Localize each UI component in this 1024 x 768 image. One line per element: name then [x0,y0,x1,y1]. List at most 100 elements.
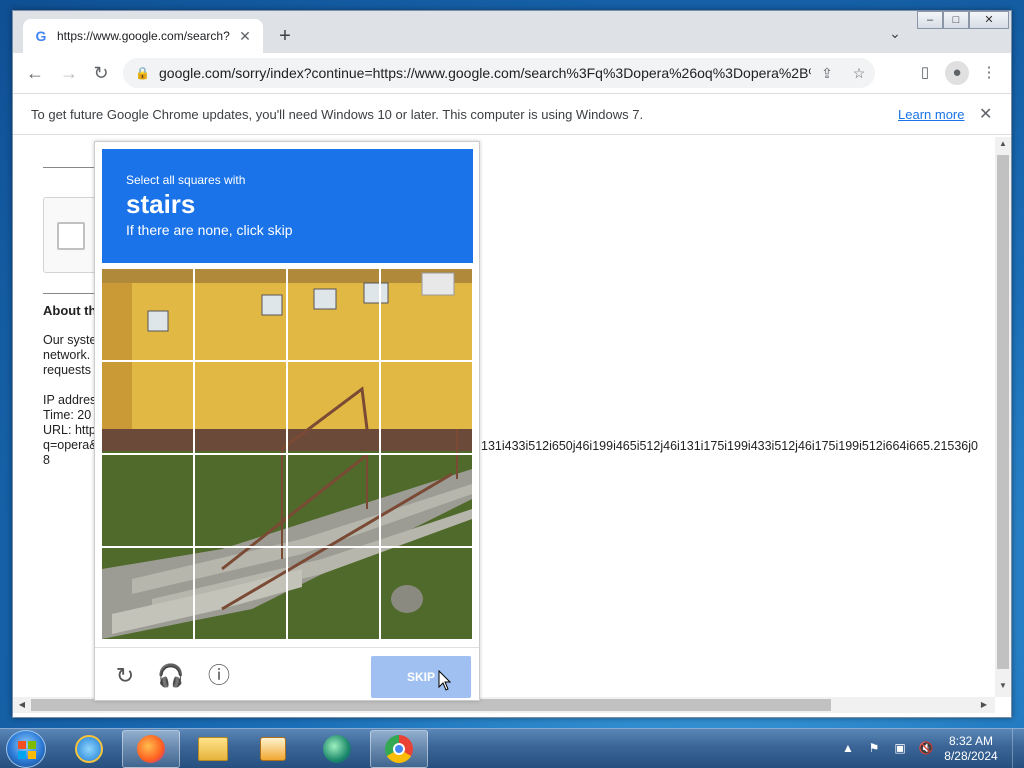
tile-image [381,455,472,546]
skip-hint-text: If there are none, click skip [126,222,293,238]
minimize-button[interactable]: – [917,11,943,29]
maximize-button[interactable]: □ [943,11,969,29]
tile-image [288,362,379,453]
tile-image [195,269,286,360]
tile-image [102,548,193,639]
tile-image [381,362,472,453]
tile-image [195,455,286,546]
tile-image [102,455,193,546]
tile-image [195,548,286,639]
system-tray: ▲ ⚑ ▣ 🔇 [840,729,934,768]
infobar-close-icon[interactable]: ✕ [979,104,992,124]
instruction-text: Select all squares with [126,173,246,187]
update-infobar: To get future Google Chrome updates, you… [13,93,1011,135]
challenge-tile[interactable] [102,548,193,639]
scroll-right-icon[interactable]: ▶ [977,697,991,713]
tab-search-chevron-icon[interactable]: ⌄ [885,25,905,45]
taskbar-firefox[interactable] [122,730,180,768]
challenge-tile[interactable] [195,455,286,546]
clock[interactable]: 8:32 AM 8/28/2024 [936,734,1006,764]
url-continuation-text: 131i433i512i650j46i199i465i512j46i131i17… [481,439,978,453]
new-tab-button[interactable]: + [273,25,297,49]
network-icon[interactable]: ▣ [892,741,908,757]
tile-image [381,269,472,360]
challenge-tile[interactable] [381,548,472,639]
challenge-tile[interactable] [195,548,286,639]
internet-explorer-icon [75,735,103,763]
chrome-icon [385,735,413,763]
browser-toolbar: ← → ↻ 🔒 google.com/sorry/index?continue=… [13,53,1011,93]
tile-image [102,362,193,453]
google-favicon-icon: G [35,28,47,44]
tab-strip: G https://www.google.com/search? ✕ + ⌄ –… [13,11,1011,53]
close-window-button[interactable]: ✕ [969,11,1009,29]
show-desktop-button[interactable] [1012,729,1024,768]
challenge-header: Select all squares with stairs If there … [102,149,473,263]
info-icon[interactable]: ⓘ [205,662,233,690]
tile-image [288,455,379,546]
about-paragraph: Our syste network. requests [43,333,97,377]
volume-muted-icon[interactable]: 🔇 [918,741,934,757]
challenge-tile[interactable] [288,269,379,360]
taskbar-media-player[interactable] [244,730,302,768]
tile-image [381,548,472,639]
scroll-down-icon[interactable]: ▼ [995,681,1011,695]
tile-image [195,362,286,453]
folder-icon [198,737,228,761]
learn-more-link[interactable]: Learn more [898,107,964,122]
challenge-tile[interactable] [195,269,286,360]
show-hidden-icons-icon[interactable]: ▲ [840,741,856,757]
scroll-left-icon[interactable]: ◀ [15,697,29,713]
challenge-footer: ↻ 🎧 ⓘ SKIP [95,647,479,700]
vertical-scroll-thumb[interactable] [997,155,1009,669]
tile-image [288,548,379,639]
reload-challenge-icon[interactable]: ↻ [111,662,139,690]
audio-challenge-headphones-icon[interactable]: 🎧 [157,662,185,690]
taskbar: ▲ ⚑ ▣ 🔇 8:32 AM 8/28/2024 [0,728,1024,768]
recaptcha-checkbox[interactable] [57,222,85,250]
firefox-icon [137,735,165,763]
lock-icon[interactable]: 🔒 [135,66,150,80]
challenge-tile[interactable] [102,455,193,546]
challenge-tile[interactable] [381,455,472,546]
tab-title: https://www.google.com/search? [57,29,230,43]
browser-tab[interactable]: G https://www.google.com/search? ✕ [23,19,263,53]
forward-arrow-icon[interactable]: → [57,61,81,85]
clock-date: 8/28/2024 [944,749,998,763]
mouse-cursor-icon [438,670,452,691]
bookmark-star-icon[interactable]: ☆ [843,65,875,82]
taskbar-internet-explorer[interactable] [60,730,118,768]
target-object-label: stairs [126,189,196,219]
action-center-flag-icon[interactable]: ⚑ [866,741,882,757]
tile-image [288,269,379,360]
challenge-tile[interactable] [195,362,286,453]
taskbar-file-explorer[interactable] [184,730,242,768]
challenge-tile[interactable] [288,455,379,546]
recaptcha-challenge: Select all squares with stairs If there … [94,141,480,701]
challenge-tile[interactable] [102,269,193,360]
scroll-up-icon[interactable]: ▲ [995,139,1011,153]
challenge-tile[interactable] [288,548,379,639]
challenge-tile[interactable] [288,362,379,453]
media-player-icon [260,737,286,761]
menu-kebab-icon[interactable]: ⋮ [977,61,1001,85]
share-icon[interactable]: ⇪ [811,65,843,82]
vertical-scrollbar[interactable]: ▲ ▼ [995,137,1011,697]
request-details: IP addres Time: 20 URL: http q=opera& 8 [43,393,98,467]
edge-icon [323,735,351,763]
reload-icon[interactable]: ↻ [89,61,113,85]
skip-button[interactable]: SKIP [371,656,471,698]
profile-avatar-icon[interactable]: ● [945,61,969,85]
taskbar-edge[interactable] [308,730,366,768]
start-button[interactable] [6,730,46,768]
back-arrow-icon[interactable]: ← [23,61,47,85]
address-bar[interactable]: 🔒 google.com/sorry/index?continue=https:… [123,58,875,88]
challenge-image-grid [102,269,472,639]
tile-image [102,269,193,360]
challenge-tile[interactable] [381,269,472,360]
side-panel-icon[interactable]: ▯ [913,61,937,85]
tab-close-icon[interactable]: ✕ [237,28,253,45]
challenge-tile[interactable] [381,362,472,453]
challenge-tile[interactable] [102,362,193,453]
taskbar-chrome[interactable] [370,730,428,768]
